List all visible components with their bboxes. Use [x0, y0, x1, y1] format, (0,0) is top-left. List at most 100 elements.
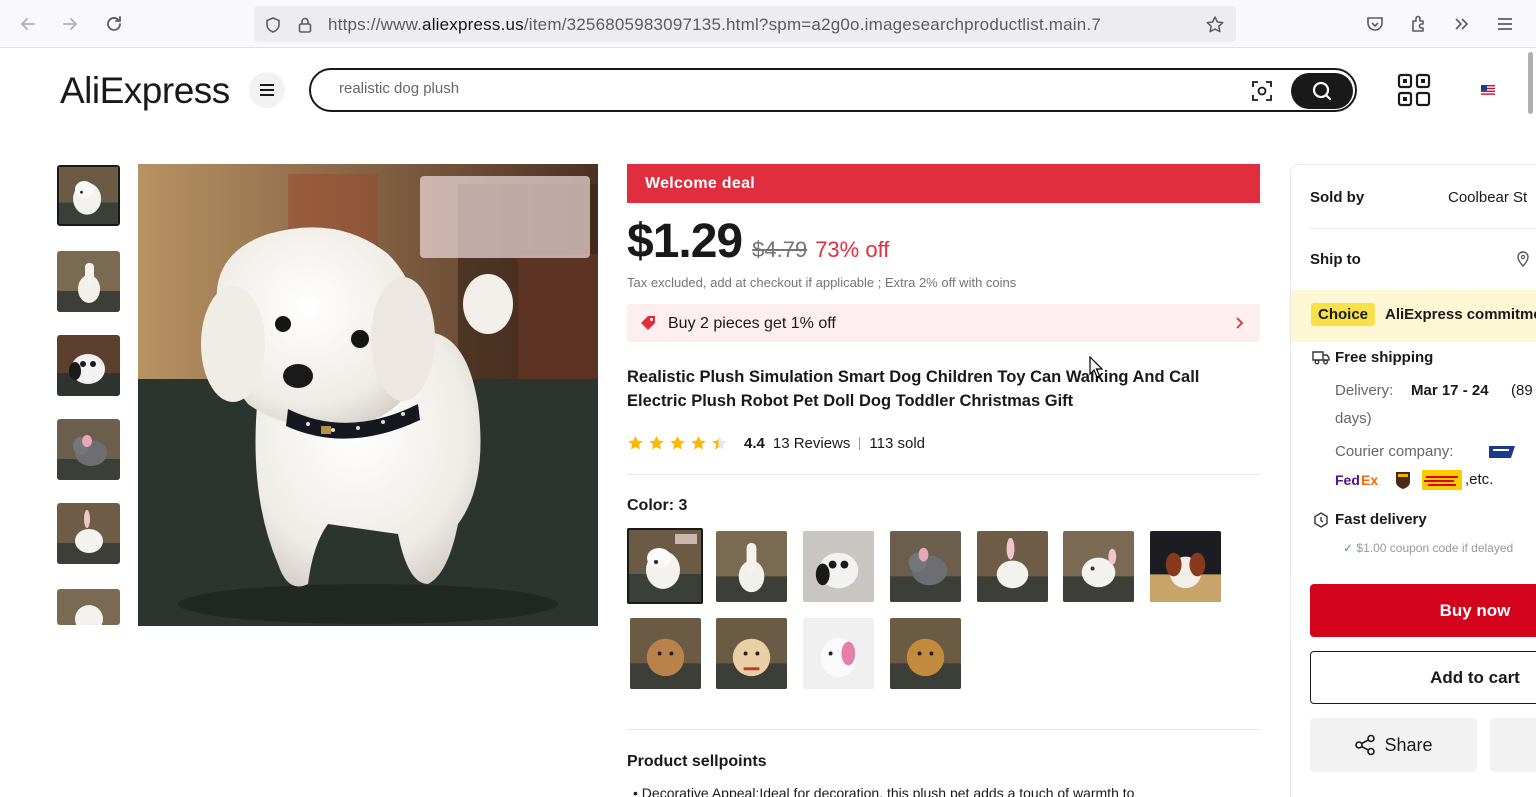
- overflow-chevrons-icon[interactable]: [1450, 12, 1474, 36]
- url-domain: aliexpress.us: [422, 15, 524, 34]
- courier-label: Courier company:: [1335, 443, 1454, 460]
- store-name[interactable]: Coolbear St: [1448, 189, 1527, 206]
- discount-percent: 73% off: [815, 237, 890, 262]
- thumbnail-5[interactable]: [57, 503, 120, 564]
- logo-text: AliExpress: [60, 70, 230, 111]
- white-dog-swatch-image: [629, 530, 701, 602]
- original-price: $4.79: [752, 237, 808, 262]
- promo-banner[interactable]: Buy 2 pieces get 1% off: [627, 304, 1260, 342]
- checkmark-icon: ✓: [1343, 541, 1354, 555]
- svg-text:Fed: Fed: [1335, 472, 1360, 488]
- alpaca-swatch-image: [716, 531, 787, 602]
- divider: [1310, 228, 1536, 229]
- star-icon: [628, 435, 643, 450]
- color-swatch-1[interactable]: [627, 528, 703, 604]
- delivery-label: Delivery:: [1335, 382, 1394, 399]
- reviews-count[interactable]: 13 Reviews: [773, 435, 851, 452]
- browser-toolbar: https://www.aliexpress.us/item/325680598…: [0, 0, 1536, 48]
- cream-dog-swatch-image: [716, 618, 787, 689]
- search-icon: [1312, 81, 1332, 101]
- color-swatch-10[interactable]: [803, 618, 874, 689]
- url-text[interactable]: https://www.aliexpress.us/item/325680598…: [328, 15, 1198, 35]
- thumbnail-4[interactable]: [57, 419, 120, 480]
- color-label: Color: 3: [627, 497, 688, 514]
- svg-text:Ex: Ex: [1361, 472, 1378, 488]
- thumbnail-6[interactable]: [57, 589, 120, 625]
- welcome-deal-text: Welcome deal: [645, 175, 756, 192]
- current-price: $1.29: [627, 215, 743, 268]
- hamburger-menu-icon[interactable]: [1493, 12, 1517, 36]
- location-pin-icon[interactable]: [1516, 251, 1530, 267]
- add-to-cart-button[interactable]: Add to cart: [1310, 651, 1536, 704]
- star-icon: [691, 435, 706, 450]
- search-button[interactable]: [1291, 73, 1353, 109]
- sellpoint-text: Decorative Appeal:Ideal for decoration, …: [641, 785, 1135, 797]
- coupon-note: ✓ $1.00 coupon code if delayed: [1343, 541, 1513, 555]
- lock-icon[interactable]: [294, 14, 316, 36]
- url-prefix: https://www.: [328, 15, 423, 34]
- pink-ear-dog-swatch-image: [803, 618, 874, 689]
- ship-to-label: Ship to: [1310, 251, 1361, 268]
- menu-icon: [260, 84, 274, 96]
- white-dog-thumb-image: [59, 167, 118, 224]
- elephant-swatch-image: [890, 531, 961, 602]
- pocket-icon[interactable]: [1363, 12, 1387, 36]
- bunny-thumb-image: [57, 503, 120, 564]
- delivery-days-cont: days): [1335, 410, 1372, 427]
- qr-code-icon[interactable]: [1397, 73, 1431, 107]
- categories-menu-button[interactable]: [249, 72, 285, 108]
- tax-note: Tax excluded, add at checkout if applica…: [627, 275, 1017, 290]
- image-search-icon[interactable]: [1249, 78, 1275, 104]
- fast-delivery-clock-icon: [1314, 512, 1328, 528]
- wishlist-button[interactable]: [1490, 718, 1536, 772]
- color-swatch-8[interactable]: [630, 618, 701, 689]
- choice-commitment-text: AliExpress commitment: [1385, 306, 1536, 323]
- panda-swatch-image: [803, 531, 874, 602]
- color-swatch-5[interactable]: [977, 531, 1048, 602]
- welcome-deal-banner: Welcome deal: [627, 164, 1260, 203]
- color-swatch-11[interactable]: [890, 618, 961, 689]
- main-product-image[interactable]: [138, 164, 598, 626]
- us-flag-icon[interactable]: [1481, 85, 1495, 95]
- buy-now-label: Buy now: [1439, 600, 1511, 620]
- rating-value: 4.4: [744, 434, 765, 452]
- product-title: Realistic Plush Simulation Smart Dog Chi…: [627, 368, 1200, 410]
- aliexpress-logo[interactable]: AliExpress: [60, 70, 230, 112]
- bookmark-star-icon[interactable]: [1204, 14, 1226, 36]
- page-scrollbar[interactable]: [1528, 52, 1533, 114]
- thumbnail-2[interactable]: [57, 251, 120, 312]
- share-button[interactable]: Share: [1310, 718, 1477, 772]
- color-swatch-7[interactable]: [1150, 531, 1221, 602]
- fast-delivery: Fast delivery: [1335, 511, 1427, 528]
- shield-icon[interactable]: [262, 14, 284, 36]
- extensions-icon[interactable]: [1407, 12, 1431, 36]
- buy-now-button[interactable]: Buy now: [1310, 584, 1536, 637]
- alpaca-thumb-image: [57, 251, 120, 312]
- thumbnail-3[interactable]: [57, 335, 120, 396]
- divider: [627, 474, 1260, 475]
- search-bar: [309, 68, 1357, 112]
- forward-icon[interactable]: [56, 10, 84, 38]
- choice-banner[interactable]: Choice AliExpress commitment: [1291, 290, 1536, 342]
- color-swatch-3[interactable]: [803, 531, 874, 602]
- color-swatch-9[interactable]: [716, 618, 787, 689]
- mouse-cursor-icon: [1089, 356, 1103, 378]
- half-star-icon: [712, 435, 727, 450]
- rating-row[interactable]: 4.4 13 Reviews 113 sold: [627, 432, 925, 454]
- thumbnail-1[interactable]: [57, 165, 120, 226]
- star-icon: [670, 435, 685, 450]
- search-input[interactable]: [339, 80, 1219, 97]
- reload-icon[interactable]: [100, 10, 128, 38]
- dhl-logo-icon: [1422, 470, 1462, 490]
- truck-icon: [1312, 351, 1330, 365]
- divider: [627, 729, 1260, 730]
- sellpoint-item: • Decorative Appeal:Ideal for decoration…: [633, 785, 1263, 797]
- brown-poodle-swatch-image: [630, 618, 701, 689]
- color-swatch-4[interactable]: [890, 531, 961, 602]
- ups-logo-icon: [1396, 472, 1410, 489]
- url-bar[interactable]: https://www.aliexpress.us/item/325680598…: [254, 6, 1236, 42]
- color-swatch-6[interactable]: [1063, 531, 1134, 602]
- star-icon: [649, 435, 664, 450]
- color-swatch-2[interactable]: [716, 531, 787, 602]
- back-icon[interactable]: [14, 10, 42, 38]
